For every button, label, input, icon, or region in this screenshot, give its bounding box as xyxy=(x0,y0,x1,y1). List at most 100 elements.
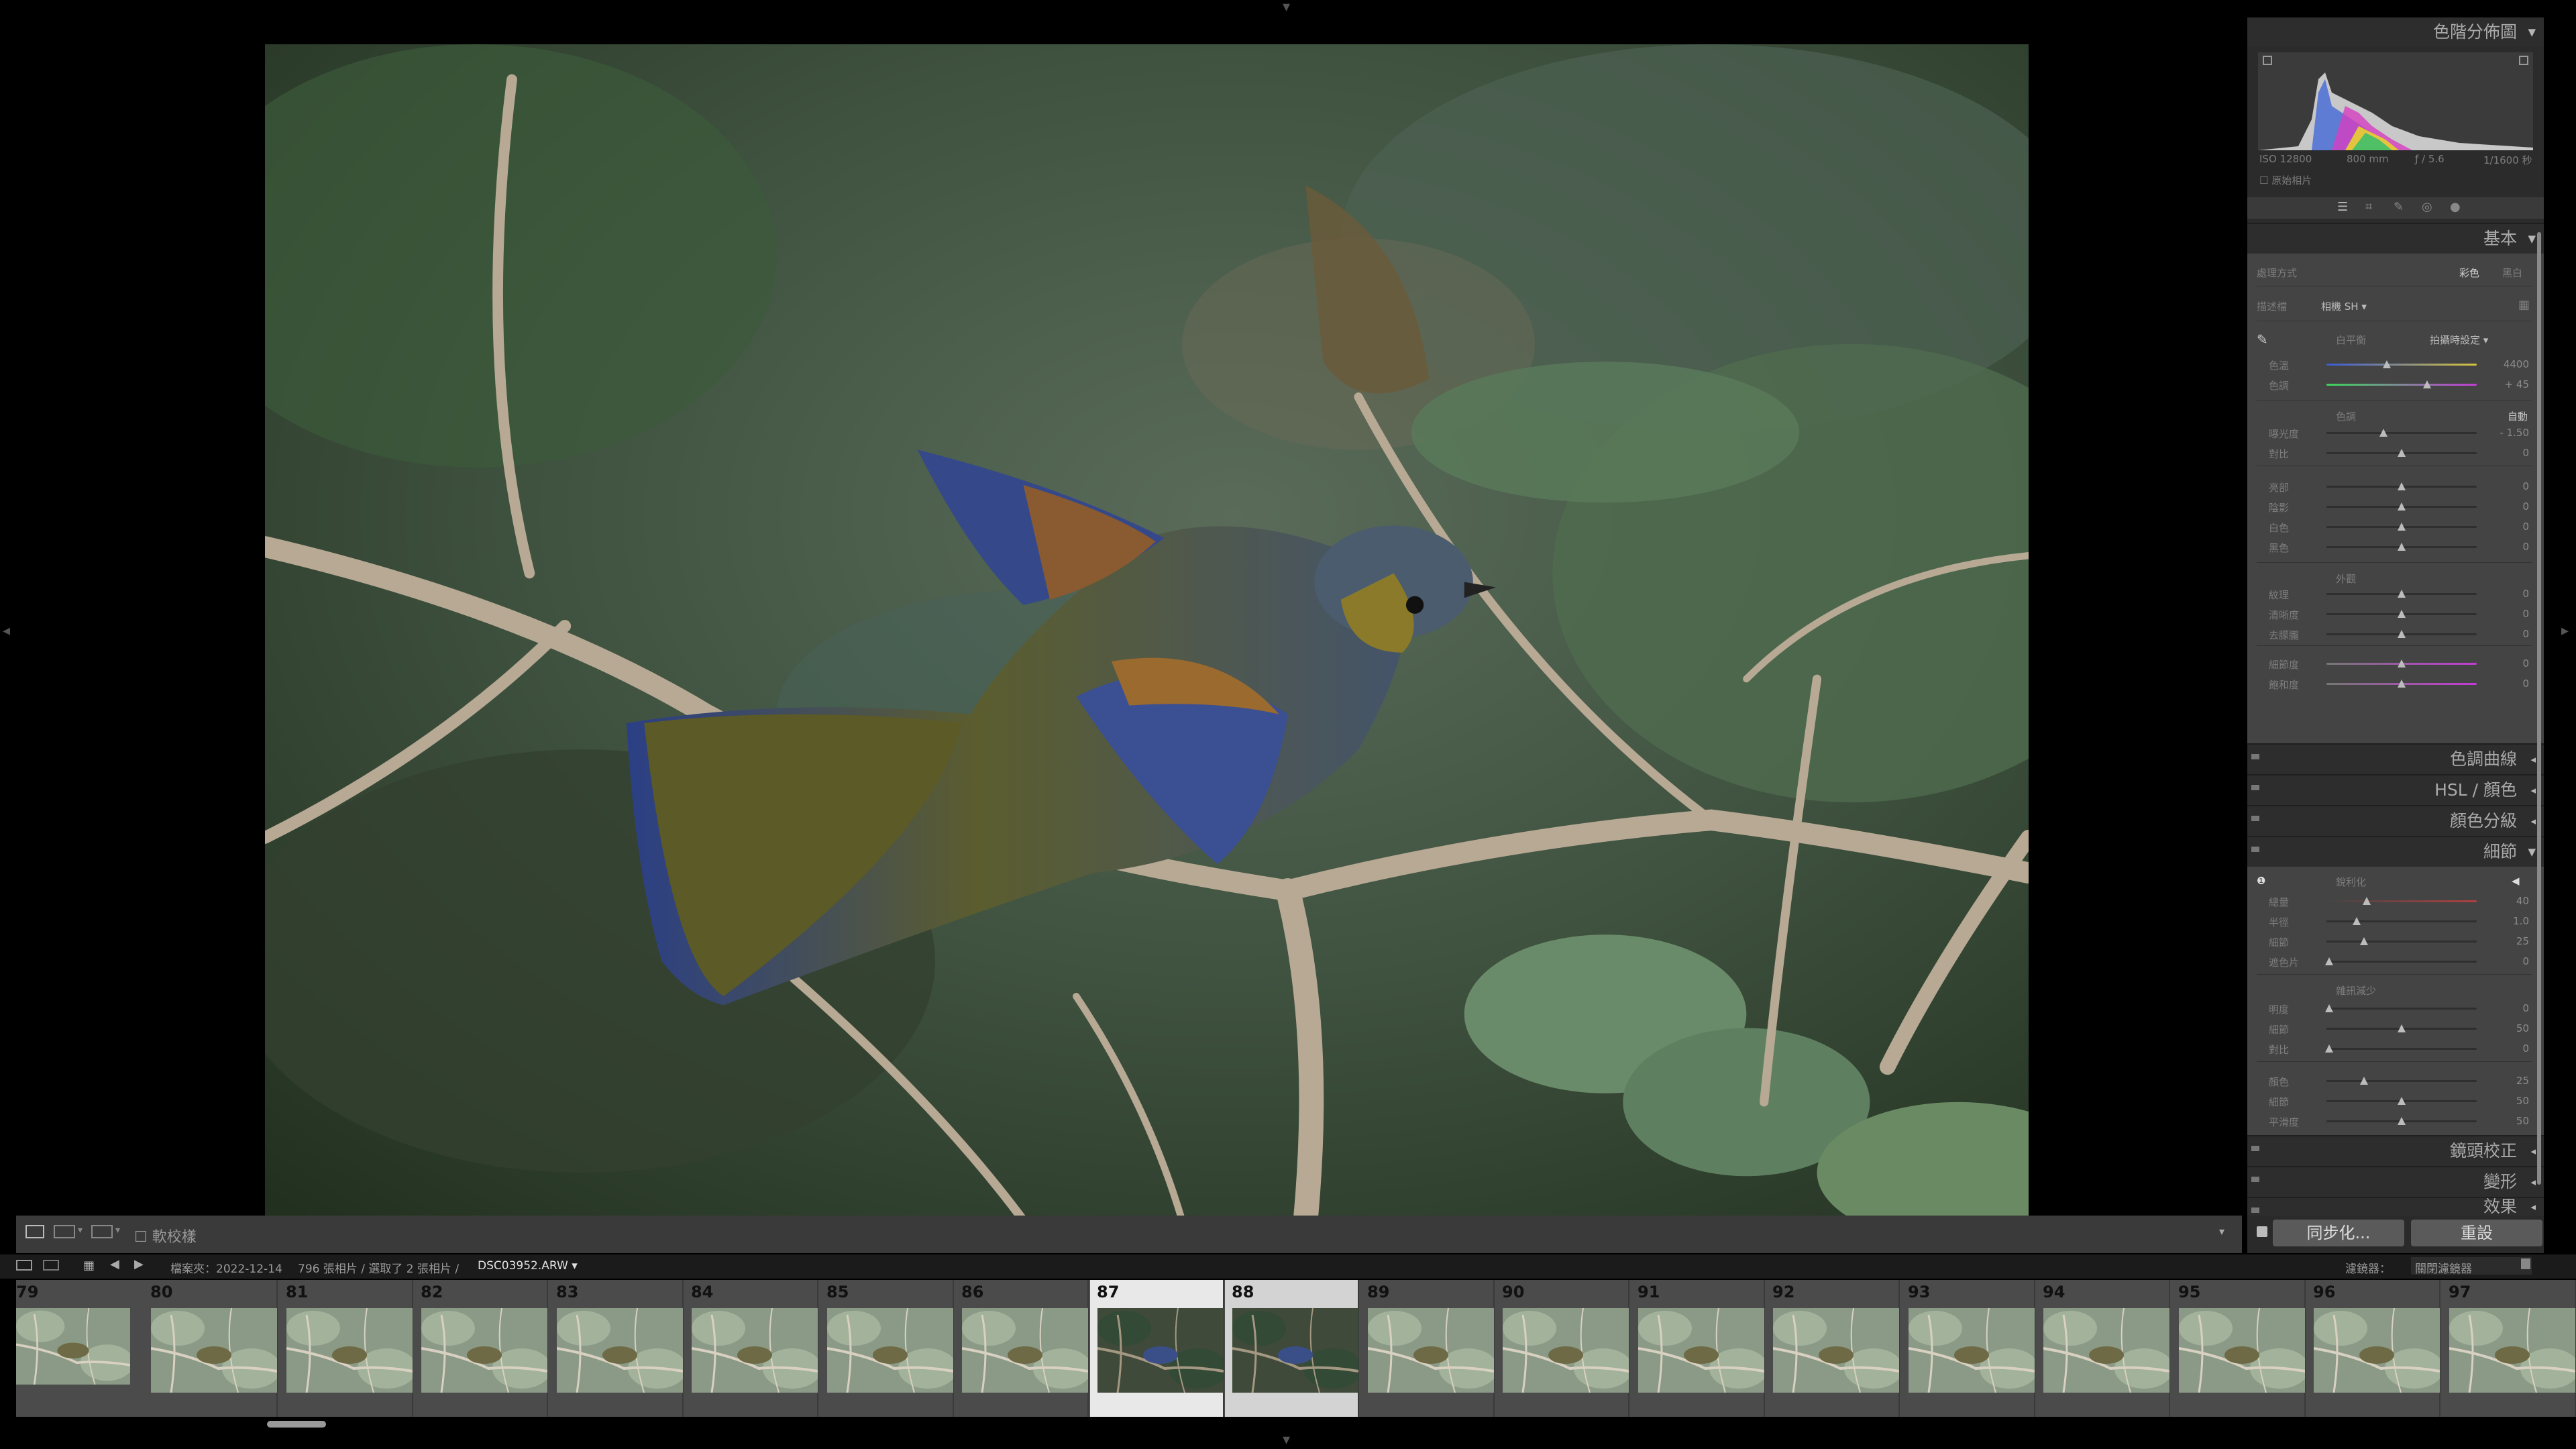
histogram-chart[interactable] xyxy=(2258,52,2533,150)
whites-value[interactable]: 0 xyxy=(2489,521,2529,533)
filmstrip-thumbnail[interactable]: 81 xyxy=(279,1280,413,1417)
top-panel-toggle-icon[interactable]: ▾ xyxy=(1283,0,1290,15)
tint-slider[interactable] xyxy=(2326,384,2477,386)
tint-value[interactable]: + 45 xyxy=(2489,378,2529,390)
filter-lock-icon[interactable] xyxy=(2521,1258,2530,1269)
vibrance-value[interactable]: 0 xyxy=(2489,657,2529,669)
tone-curve-header[interactable]: 色調曲線 ◂ xyxy=(2247,745,2544,774)
filmstrip-thumbnail[interactable]: 87 xyxy=(1090,1280,1224,1417)
filmstrip-thumbnail[interactable]: 85 xyxy=(820,1280,954,1417)
nr-lum-contrast-slider-thumb[interactable] xyxy=(2325,1044,2334,1053)
sync-button[interactable]: 同步化... xyxy=(2273,1220,2404,1246)
tint-slider-thumb[interactable] xyxy=(2423,380,2432,388)
temp-slider-thumb[interactable] xyxy=(2382,360,2391,368)
collapse-triangle-icon[interactable]: ▼ xyxy=(2528,837,2536,867)
filmstrip-thumbnail[interactable]: 88 xyxy=(1225,1280,1359,1417)
image-view[interactable] xyxy=(16,16,2245,1220)
nr-color-detail-value[interactable]: 50 xyxy=(2489,1095,2529,1107)
expand-triangle-icon[interactable]: ◂ xyxy=(2530,1198,2536,1216)
forward-arrow-icon[interactable]: ▶ xyxy=(134,1257,144,1271)
expand-triangle-icon[interactable]: ◂ xyxy=(2530,745,2536,774)
wb-dropdown[interactable]: 拍攝時設定 ▾ xyxy=(2430,333,2488,347)
nr-color-slider-thumb[interactable] xyxy=(2360,1077,2368,1085)
treatment-bw-option[interactable]: 黑白 xyxy=(2502,266,2522,280)
sharpen-amount-slider[interactable] xyxy=(2326,900,2477,902)
main-photo[interactable] xyxy=(265,44,2029,1220)
filmstrip-thumbnail[interactable]: 90 xyxy=(1495,1280,1629,1417)
effects-header[interactable]: 效果 ◂ xyxy=(2247,1198,2544,1216)
exposure-value[interactable]: - 1.50 xyxy=(2489,427,2529,439)
hsl-header[interactable]: HSL / 顏色 ◂ xyxy=(2247,775,2544,805)
filmstrip-thumbnail[interactable]: 95 xyxy=(2171,1280,2306,1417)
transform-header[interactable]: 變形 ◂ xyxy=(2247,1167,2544,1197)
sharpen-detail-slider-thumb[interactable] xyxy=(2360,937,2368,945)
highlights-value[interactable]: 0 xyxy=(2489,480,2529,492)
dehaze-slider-thumb[interactable] xyxy=(2398,630,2406,638)
original-photo-checkbox[interactable]: ☐ 原始相片 xyxy=(2259,173,2312,187)
profile-dropdown[interactable]: 相機 SH ▾ xyxy=(2321,299,2367,313)
before-after-icon[interactable] xyxy=(54,1225,75,1238)
profile-browser-icon[interactable]: ▦ xyxy=(2518,298,2530,312)
expand-triangle-icon[interactable]: ◂ xyxy=(2530,1167,2536,1197)
contrast-slider-thumb[interactable] xyxy=(2398,449,2406,457)
right-panel-toggle-icon[interactable]: ▸ xyxy=(2561,624,2569,639)
folder-source[interactable]: 檔案夾：2022-12-14 xyxy=(170,1259,282,1276)
redeye-icon[interactable]: ◎ xyxy=(2422,200,2432,214)
softproof-checkbox[interactable]: ☐ 軟校樣 xyxy=(134,1225,197,1246)
back-arrow-icon[interactable]: ◀ xyxy=(110,1257,119,1271)
blacks-slider-thumb[interactable] xyxy=(2398,543,2406,551)
collapse-triangle-icon[interactable]: ▼ xyxy=(2528,17,2536,47)
filmstrip-thumbnail[interactable]: 92 xyxy=(1766,1280,1900,1417)
filmstrip-scrollbar[interactable] xyxy=(267,1421,326,1428)
filmstrip-partial-cell[interactable]: 79 xyxy=(16,1280,142,1417)
color-grading-header[interactable]: 顏色分級 ◂ xyxy=(2247,806,2544,836)
nr-lum-contrast-slider[interactable] xyxy=(2326,1048,2477,1050)
before-after-dropdown-icon[interactable]: ▾ xyxy=(78,1225,83,1236)
edit-sliders-icon[interactable]: ☰ xyxy=(2337,200,2348,214)
sharpen-amount-value[interactable]: 40 xyxy=(2489,895,2529,907)
saturation-slider-thumb[interactable] xyxy=(2398,680,2406,688)
exposure-slider-thumb[interactable] xyxy=(2379,429,2388,437)
sharpen-detail-slider[interactable] xyxy=(2326,941,2477,943)
filmstrip-thumbnail[interactable]: 96 xyxy=(2306,1280,2440,1417)
grid-view-icon[interactable]: ▦ xyxy=(83,1258,95,1273)
shadows-slider-thumb[interactable] xyxy=(2398,502,2406,511)
texture-value[interactable]: 0 xyxy=(2489,588,2529,600)
nr-luminance-slider-thumb[interactable] xyxy=(2325,1004,2334,1012)
filmstrip-thumbnail[interactable]: 93 xyxy=(1901,1280,2035,1417)
filmstrip-thumbnail[interactable]: 82 xyxy=(414,1280,548,1417)
filmstrip-thumbnail[interactable]: 91 xyxy=(1631,1280,1765,1417)
monitor-1-icon[interactable] xyxy=(16,1260,32,1271)
vibrance-slider-thumb[interactable] xyxy=(2398,659,2406,667)
treatment-color-option[interactable]: 彩色 xyxy=(2459,266,2479,280)
sharpen-masking-slider[interactable] xyxy=(2326,961,2477,963)
healing-icon[interactable]: ✎ xyxy=(2394,200,2404,214)
wb-eyedropper-icon[interactable]: ✎ xyxy=(2257,331,2268,347)
expand-triangle-icon[interactable]: ◂ xyxy=(2530,775,2536,805)
nr-luminance-value[interactable]: 0 xyxy=(2489,1002,2529,1014)
nr-smoothness-slider-thumb[interactable] xyxy=(2398,1117,2406,1125)
auto-tone-button[interactable]: 自動 xyxy=(2508,409,2528,423)
sharpen-masking-value[interactable]: 0 xyxy=(2489,955,2529,967)
clarity-value[interactable]: 0 xyxy=(2489,608,2529,620)
bottom-panel-toggle-icon[interactable]: ▾ xyxy=(1283,1433,1290,1448)
monitor-2-icon[interactable] xyxy=(43,1260,59,1271)
exposure-slider[interactable] xyxy=(2326,432,2477,434)
filmstrip-thumbnail[interactable]: 89 xyxy=(1360,1280,1495,1417)
filmstrip-thumbnail[interactable]: 83 xyxy=(549,1280,684,1417)
loupe-view-icon[interactable] xyxy=(25,1225,44,1238)
filter-dropdown[interactable]: 關閉濾鏡器 xyxy=(2411,1257,2532,1276)
texture-slider-thumb[interactable] xyxy=(2398,590,2406,598)
blacks-value[interactable]: 0 xyxy=(2489,541,2529,553)
contrast-value[interactable]: 0 xyxy=(2489,447,2529,459)
filmstrip-thumbnail[interactable]: 80 xyxy=(144,1280,278,1417)
shadows-value[interactable]: 0 xyxy=(2489,500,2529,513)
sharpen-amount-slider-thumb[interactable] xyxy=(2363,897,2371,905)
sharpen-masking-slider-thumb[interactable] xyxy=(2325,957,2334,965)
filmstrip-thumbnail[interactable]: 84 xyxy=(684,1280,818,1417)
nr-color-value[interactable]: 25 xyxy=(2489,1075,2529,1087)
sync-toggle-icon[interactable] xyxy=(2257,1226,2267,1237)
compare-view-icon[interactable] xyxy=(91,1225,113,1238)
saturation-value[interactable]: 0 xyxy=(2489,678,2529,690)
nr-color-detail-slider-thumb[interactable] xyxy=(2398,1097,2406,1105)
